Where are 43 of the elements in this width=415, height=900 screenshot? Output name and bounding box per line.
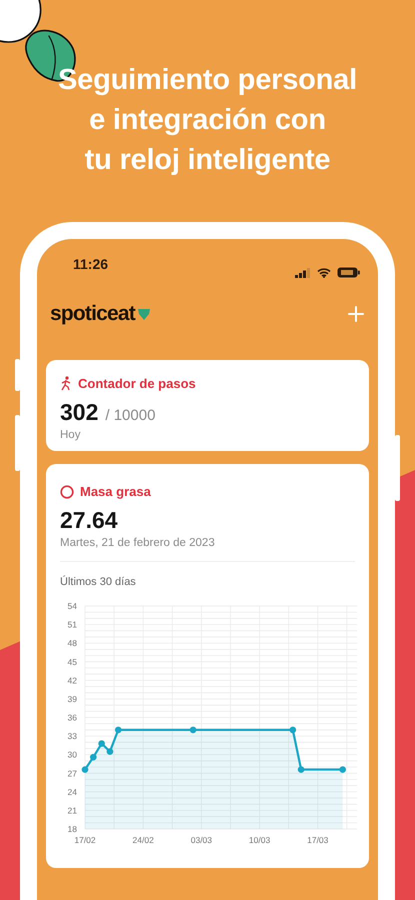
y-axis-label: 36	[68, 712, 77, 722]
y-axis-label: 42	[68, 675, 77, 686]
status-time: 11:26	[73, 256, 108, 272]
y-axis-label: 21	[68, 805, 77, 816]
body-fat-value: 27.64	[60, 507, 118, 534]
y-axis-label: 27	[68, 768, 77, 778]
app-logo: spoticeat	[50, 302, 151, 326]
data-point	[114, 726, 122, 734]
data-point	[98, 740, 105, 747]
x-axis-label: 17/03	[307, 835, 328, 845]
card-title: Masa grasa	[80, 484, 151, 499]
x-axis-label: 10/03	[248, 835, 270, 845]
period-label: Hoy	[60, 429, 82, 441]
card-title: Contador de pasos	[78, 376, 196, 391]
y-axis-label: 51	[68, 620, 77, 630]
circle-icon	[60, 484, 74, 498]
y-axis-label: 45	[68, 656, 77, 667]
x-axis-label: 24/02	[132, 835, 154, 845]
y-axis-label: 33	[68, 731, 77, 742]
headline: Seguimiento personal e integración con tu reloj inteligente	[58, 63, 357, 178]
data-point	[190, 726, 196, 734]
step-count: 302	[60, 399, 98, 426]
x-axis-label: 17/02	[74, 835, 96, 845]
step-goal: / 10000	[105, 407, 156, 424]
y-axis-label: 18	[68, 824, 77, 834]
wifi-icon	[317, 268, 331, 278]
battery-icon	[337, 267, 360, 278]
x-axis-label: 03/03	[190, 835, 212, 845]
y-axis-label: 30	[68, 750, 77, 760]
data-point	[82, 766, 88, 773]
y-axis-label: 39	[68, 694, 77, 704]
data-point	[298, 766, 304, 773]
y-axis-label: 24	[68, 786, 77, 797]
data-point	[339, 766, 346, 773]
y-axis-label: 54	[68, 601, 77, 611]
data-point	[90, 754, 97, 760]
measurement-date: Martes, 21 de febrero de 2023	[60, 537, 216, 549]
walking-person-icon	[60, 376, 72, 391]
data-point	[106, 748, 114, 755]
y-axis-label: 48	[68, 638, 77, 648]
range-label: Últimos 30 días	[60, 576, 137, 588]
signal-icon	[295, 268, 311, 278]
data-point	[290, 726, 296, 734]
